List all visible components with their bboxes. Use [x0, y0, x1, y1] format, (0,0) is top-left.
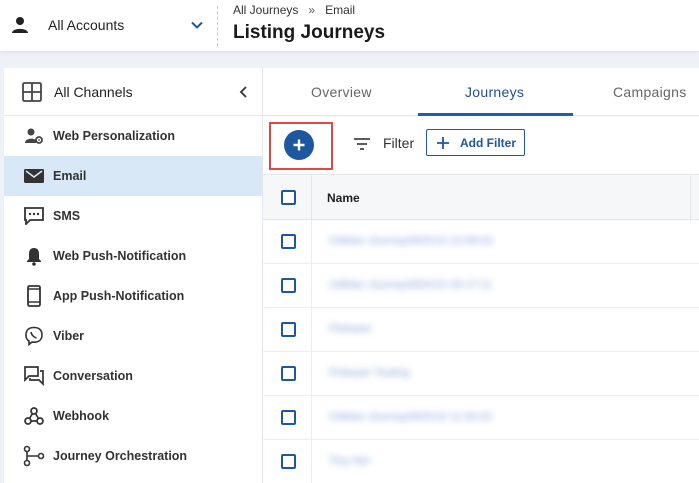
header-divider	[217, 6, 218, 46]
chevron-down-icon[interactable]	[190, 18, 204, 32]
table-header: Name	[263, 174, 699, 221]
row-checkbox[interactable]	[281, 366, 296, 381]
sidebar-item-viber[interactable]: Viber	[4, 316, 262, 356]
table-row[interactable]: Tiny Net	[263, 440, 699, 483]
plus-icon	[293, 139, 305, 151]
journey-name-cell[interactable]: OdMan Journey0825/10 22:08:02	[329, 235, 493, 247]
sidebar-item-app-push-notification[interactable]: App Push-Notification	[4, 276, 262, 316]
tab-campaigns[interactable]: Campaigns	[613, 84, 687, 100]
column-divider	[311, 396, 312, 440]
journey-name-cell[interactable]: OdMan Journey0825/10 11:30:02	[329, 411, 492, 423]
column-divider	[311, 220, 312, 264]
mobile-phone-icon	[23, 285, 45, 307]
table-row[interactable]: OdMan Journey0825/10 22:08:02	[263, 220, 699, 264]
top-header: All Accounts All Journeys » Email Listin…	[0, 0, 699, 52]
tab-bar: Overview Journeys Campaigns	[263, 68, 699, 116]
column-divider	[311, 440, 312, 483]
sidebar-item-journey-orchestration[interactable]: Journey Orchestration	[4, 436, 262, 476]
breadcrumb: All Journeys » Email	[233, 3, 355, 17]
main-panel: Overview Journeys Campaigns Filter Add F…	[263, 68, 699, 483]
sidebar-item-label: Email	[53, 169, 87, 183]
row-checkbox[interactable]	[281, 410, 296, 425]
column-divider	[311, 175, 312, 221]
column-divider	[311, 352, 312, 396]
tab-journeys[interactable]: Journeys	[465, 84, 524, 100]
sms-icon	[23, 205, 45, 227]
journey-name-cell[interactable]: OdMan Journey0825/10 00:17:11	[329, 279, 492, 291]
bell-icon	[23, 245, 45, 267]
sidebar-item-label: Conversation	[53, 369, 133, 383]
account-label: All Accounts	[48, 17, 125, 33]
toolbar: Filter Add Filter	[263, 116, 699, 174]
breadcrumb-email: Email	[325, 3, 356, 17]
envelope-icon	[23, 165, 45, 187]
breadcrumb-separator: »	[308, 3, 316, 17]
filter-label[interactable]: Filter	[383, 135, 414, 151]
sidebar-item-email[interactable]: Email	[4, 156, 262, 196]
create-journey-button[interactable]	[284, 130, 314, 160]
row-checkbox[interactable]	[281, 278, 296, 293]
tab-overview[interactable]: Overview	[311, 84, 372, 100]
orchestration-icon	[23, 445, 45, 467]
webhook-icon	[23, 405, 45, 427]
journey-name-cell[interactable]: Tiny Net	[329, 455, 370, 467]
channel-sidebar: All Channels Web Personalization Email S…	[4, 68, 263, 483]
table-row[interactable]: Pinkaser	[263, 308, 699, 352]
conversation-icon	[23, 365, 45, 387]
plus-icon	[437, 136, 449, 149]
table-row[interactable]: OdMan Journey0825/10 11:30:02	[263, 396, 699, 440]
column-divider	[690, 175, 691, 221]
journey-name-cell[interactable]: Pinkaser Testing	[329, 367, 410, 379]
user-icon	[12, 17, 28, 33]
sidebar-item-sms[interactable]: SMS	[4, 196, 262, 236]
person-gear-icon	[23, 125, 45, 147]
sidebar-item-webhook[interactable]: Webhook	[4, 396, 262, 436]
row-checkbox[interactable]	[281, 322, 296, 337]
sidebar-item-conversation[interactable]: Conversation	[4, 356, 262, 396]
collapse-sidebar-icon[interactable]	[238, 85, 250, 99]
sidebar-item-label: App Push-Notification	[53, 289, 185, 303]
column-divider	[311, 264, 312, 308]
filter-icon[interactable]	[354, 137, 370, 151]
viber-icon	[23, 325, 45, 347]
breadcrumb-all-journeys[interactable]: All Journeys	[233, 3, 298, 17]
sidebar-item-label: Webhook	[53, 409, 110, 423]
sidebar-item-web-push-notification[interactable]: Web Push-Notification	[4, 236, 262, 276]
journey-name-cell[interactable]: Pinkaser	[329, 323, 372, 335]
account-switcher[interactable]: All Accounts	[10, 12, 206, 38]
sidebar-item-label: SMS	[53, 209, 81, 223]
sidebar-item-web-personalization[interactable]: Web Personalization	[4, 116, 262, 156]
sidebar-item-label: Journey Orchestration	[53, 449, 188, 463]
column-header-name[interactable]: Name	[327, 191, 360, 205]
row-checkbox[interactable]	[281, 234, 296, 249]
column-divider	[311, 308, 312, 352]
select-all-checkbox[interactable]	[281, 190, 296, 205]
grid-icon	[22, 81, 42, 102]
page-title: Listing Journeys	[233, 22, 386, 43]
table-row[interactable]: Pinkaser Testing	[263, 352, 699, 396]
add-filter-button[interactable]: Add Filter	[426, 129, 525, 156]
row-checkbox[interactable]	[281, 454, 296, 469]
sidebar-item-label: Web Push-Notification	[53, 249, 187, 263]
sidebar-item-label: Web Personalization	[53, 129, 176, 143]
table-row[interactable]: OdMan Journey0825/10 00:17:11	[263, 264, 699, 308]
sidebar-item-label: Viber	[53, 329, 85, 343]
sidebar-header: All Channels	[4, 68, 262, 116]
add-filter-label: Add Filter	[460, 135, 516, 150]
sidebar-header-label: All Channels	[54, 83, 133, 100]
